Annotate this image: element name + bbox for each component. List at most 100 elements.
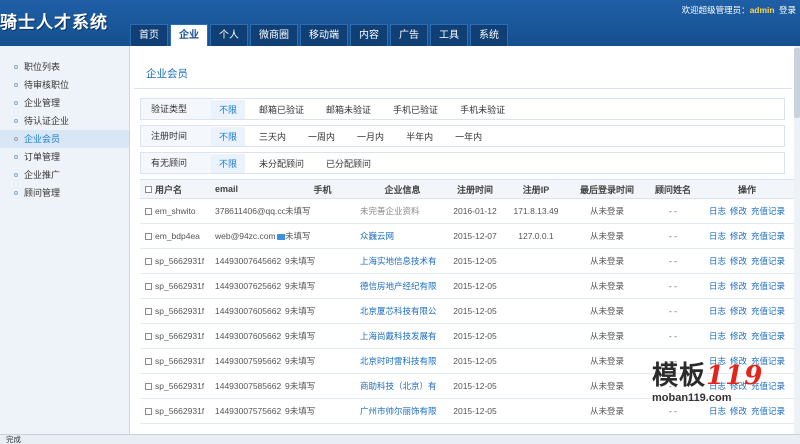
filter-option[interactable]: 已分配顾问 bbox=[315, 157, 382, 170]
row-checkbox[interactable] bbox=[140, 306, 152, 316]
filter-option[interactable]: 手机已验证 bbox=[382, 103, 449, 116]
op-link-0[interactable]: 日志 bbox=[709, 281, 726, 291]
op-link-2[interactable]: 充值记录 bbox=[751, 231, 785, 241]
filter-option[interactable]: 邮箱未验证 bbox=[315, 103, 382, 116]
cell-email: 378611406@qq.co bbox=[215, 206, 285, 216]
nav-tab-6[interactable]: 广告 bbox=[390, 24, 428, 46]
filter-option[interactable]: 不限 bbox=[211, 99, 246, 119]
cell-lastlogin: 从未登录 bbox=[589, 406, 624, 416]
nav-tab-4[interactable]: 移动端 bbox=[300, 24, 348, 46]
sidebar-item-3[interactable]: 待认证企业 bbox=[0, 112, 129, 130]
op-link-2[interactable]: 充值记录 bbox=[751, 281, 785, 291]
cell-user: sp_5662931f bbox=[155, 381, 205, 391]
filter-option[interactable]: 手机未验证 bbox=[449, 103, 516, 116]
table-row: em_bdp4ea web@94zc.com 未填写 众巍云网 2015-12-07 12… bbox=[140, 224, 800, 249]
op-link-0[interactable]: 日志 bbox=[709, 256, 726, 266]
cell-regdate: 2015-12-05 bbox=[453, 256, 497, 266]
cell-email: web@94zc.com bbox=[215, 231, 285, 241]
sidebar-item-label: 订单管理 bbox=[24, 152, 61, 162]
row-checkbox[interactable] bbox=[140, 256, 152, 266]
sidebar-item-6[interactable]: 企业推广 bbox=[0, 166, 129, 184]
op-link-1[interactable]: 修改 bbox=[730, 231, 747, 241]
scrollbar-thumb[interactable] bbox=[794, 48, 800, 118]
op-link-1[interactable]: 修改 bbox=[730, 206, 747, 216]
op-link-2[interactable]: 充值记录 bbox=[751, 206, 785, 216]
cell-user: sp_5662931f bbox=[155, 281, 205, 291]
sidebar-item-7[interactable]: 顾问管理 bbox=[0, 184, 129, 202]
row-checkbox[interactable] bbox=[140, 281, 152, 291]
filter-option[interactable]: 一年内 bbox=[444, 130, 493, 143]
row-checkbox[interactable] bbox=[140, 381, 152, 391]
sidebar-item-0[interactable]: 职位列表 bbox=[0, 58, 129, 76]
sidebar-item-4[interactable]: 企业会员 bbox=[0, 130, 129, 148]
op-link-2[interactable]: 充值记录 bbox=[751, 256, 785, 266]
cell-user: sp_5662931f bbox=[155, 256, 205, 266]
op-link-0[interactable]: 日志 bbox=[709, 206, 726, 216]
sidebar-item-5[interactable]: 订单管理 bbox=[0, 148, 129, 166]
row-checkbox[interactable] bbox=[140, 406, 152, 416]
mail-icon bbox=[276, 233, 285, 240]
nav-tab-8[interactable]: 系统 bbox=[470, 24, 508, 46]
row-checkbox[interactable] bbox=[140, 331, 152, 341]
op-link-1[interactable]: 修改 bbox=[730, 306, 747, 316]
nav-tab-0[interactable]: 首页 bbox=[130, 24, 168, 46]
admin-name: admin bbox=[749, 5, 775, 15]
filter-row-1: 注册时间 不限 三天内 一周内 一月内 半年内 一年内 bbox=[140, 125, 785, 147]
sidebar-item-label: 企业会员 bbox=[24, 134, 61, 144]
select-all-checkbox[interactable] bbox=[140, 184, 152, 194]
filter-label: 验证类型 bbox=[141, 99, 211, 119]
bullet-icon bbox=[14, 191, 18, 195]
nav-tab-7[interactable]: 工具 bbox=[430, 24, 468, 46]
cell-company[interactable]: 北京厦芯科技有限公 bbox=[360, 305, 445, 317]
sidebar-item-2[interactable]: 企业管理 bbox=[0, 94, 129, 112]
cell-company[interactable]: 上海实地信息技术有 bbox=[360, 255, 445, 267]
nav-tab-5[interactable]: 内容 bbox=[350, 24, 388, 46]
filter-option[interactable]: 不限 bbox=[211, 153, 246, 173]
filter-option[interactable]: 一周内 bbox=[297, 130, 346, 143]
bullet-icon bbox=[14, 101, 18, 105]
filter-option[interactable]: 三天内 bbox=[248, 130, 297, 143]
nav-tab-1[interactable]: 企业 bbox=[170, 24, 208, 46]
cell-company[interactable]: 众巍云网 bbox=[360, 230, 445, 242]
cell-email-text: 14493007595662 bbox=[215, 356, 282, 366]
login-link[interactable]: 登录 bbox=[779, 5, 796, 15]
cell-company[interactable]: 北京时时雷科技有限 bbox=[360, 355, 445, 367]
sidebar-item-1[interactable]: 待审核职位 bbox=[0, 76, 129, 94]
filter-option[interactable]: 一月内 bbox=[346, 130, 395, 143]
cell-company[interactable]: 商助科技（北京）有 bbox=[360, 380, 445, 392]
table-row: em_shwito 378611406@qq.co 未填写 未完善企业资料 2016-0… bbox=[140, 199, 800, 224]
cell-lastlogin: 从未登录 bbox=[589, 356, 624, 366]
cell-phone: 9未填写 bbox=[285, 331, 316, 341]
op-link-0[interactable]: 日志 bbox=[709, 231, 726, 241]
row-checkbox[interactable] bbox=[140, 356, 152, 366]
row-checkbox[interactable] bbox=[140, 231, 152, 241]
op-link-0[interactable]: 日志 bbox=[709, 331, 726, 341]
filter-option[interactable]: 不限 bbox=[211, 126, 246, 146]
cell-ops: 日志 修改 充值记录 bbox=[699, 255, 795, 267]
filter-option[interactable]: 未分配顾问 bbox=[248, 157, 315, 170]
cell-salesman: - - bbox=[668, 306, 678, 316]
cell-email-text: 14493007605662 bbox=[215, 306, 282, 316]
op-link-0[interactable]: 日志 bbox=[709, 306, 726, 316]
op-link-2[interactable]: 充值记录 bbox=[751, 331, 785, 341]
cell-phone: 未填写 bbox=[285, 231, 311, 241]
cell-company[interactable]: 广州市帅尔丽饰有限 bbox=[360, 405, 445, 417]
table-row: sp_5662931f 14493007625662 9未填写 德信房地产经纪有限 20… bbox=[140, 274, 800, 299]
nav-tab-2[interactable]: 个人 bbox=[210, 24, 248, 46]
filter-option[interactable]: 半年内 bbox=[395, 130, 444, 143]
op-link-1[interactable]: 修改 bbox=[730, 331, 747, 341]
header-ops: 操作 bbox=[737, 184, 756, 195]
header-email: email bbox=[215, 184, 239, 194]
row-checkbox[interactable] bbox=[140, 206, 152, 216]
cell-user: em_shwito bbox=[155, 206, 196, 216]
header-company: 企业信息 bbox=[384, 184, 421, 195]
cell-salesman: - - bbox=[668, 231, 678, 241]
cell-user: sp_5662931f bbox=[155, 406, 205, 416]
filter-option[interactable]: 邮箱已验证 bbox=[248, 103, 315, 116]
cell-company[interactable]: 上海尚戴科技发展有 bbox=[360, 330, 445, 342]
op-link-1[interactable]: 修改 bbox=[730, 281, 747, 291]
nav-tab-3[interactable]: 微商圈 bbox=[250, 24, 298, 46]
cell-company[interactable]: 德信房地产经纪有限 bbox=[360, 280, 445, 292]
op-link-2[interactable]: 充值记录 bbox=[751, 306, 785, 316]
op-link-1[interactable]: 修改 bbox=[730, 256, 747, 266]
